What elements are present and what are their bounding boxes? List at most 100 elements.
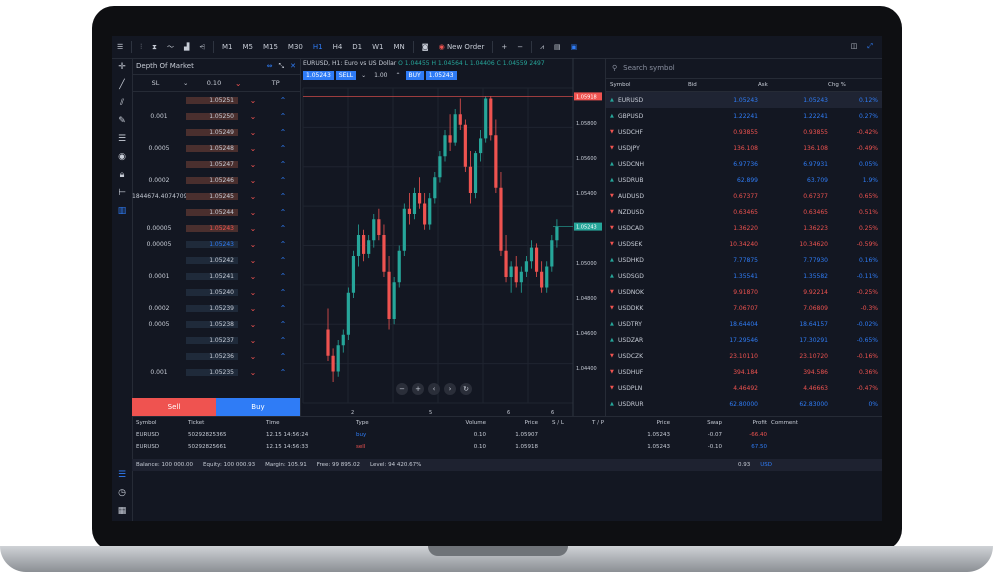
dom-row[interactable]: 0.00005 1.05243 ⌄ ⌃ bbox=[132, 220, 300, 236]
sell-arrow-icon[interactable]: ⌄ bbox=[238, 144, 268, 153]
watchlist-row[interactable]: ▲ GBPUSD 1.22241 1.22241 0.27% bbox=[606, 108, 882, 124]
zoom-in-icon[interactable]: + bbox=[499, 41, 509, 53]
dom-price[interactable]: 1.05248 bbox=[186, 144, 238, 152]
watchlist-row[interactable]: ▲ EURUSD 1.05243 1.05243 0.12% bbox=[606, 92, 882, 108]
buy-arrow-icon[interactable]: ⌃ bbox=[268, 176, 298, 185]
watchlist-row[interactable]: ▼ USDCHF 0.93855 0.93855 -0.42% bbox=[606, 124, 882, 140]
watchlist-row[interactable]: ▲ USDTRY 18.64404 18.64157 -0.02% bbox=[606, 316, 882, 332]
buy-arrow-icon[interactable]: ⌃ bbox=[268, 272, 298, 281]
dom-row[interactable]: 0.00005 1.05243 ⌄ ⌃ bbox=[132, 236, 300, 252]
search-input[interactable]: Search symbol bbox=[623, 64, 675, 72]
buy-arrow-icon[interactable]: ⌃ bbox=[268, 256, 298, 265]
dom-row[interactable]: 1.05249 ⌄ ⌃ bbox=[132, 124, 300, 140]
volume-down-icon[interactable]: ⌄ bbox=[358, 71, 369, 80]
watchlist-row[interactable]: ▼ USDJPY 136.108 136.108 -0.49% bbox=[606, 140, 882, 156]
depth-of-market-icon[interactable]: ▥ bbox=[112, 202, 132, 220]
volume-selector[interactable]: ⌄ 0.10 bbox=[179, 79, 225, 87]
buy-arrow-icon[interactable]: ⌃ bbox=[268, 304, 298, 313]
timeframe-m5[interactable]: M5 bbox=[240, 41, 255, 53]
scroll-left-button[interactable]: ‹ bbox=[428, 383, 440, 395]
buy-label-button[interactable]: BUY bbox=[405, 71, 424, 80]
dom-row[interactable]: 1.05236 ⌄ ⌃ bbox=[132, 348, 300, 364]
sell-arrow-icon[interactable]: ⌄ bbox=[238, 288, 268, 297]
template-icon[interactable]: ▤ bbox=[552, 41, 563, 53]
position-row[interactable]: EURUSD 50292825365 12.15 14:56:24 buy 0.10 1.… bbox=[132, 429, 882, 441]
fullscreen-icon[interactable]: ⤢ bbox=[865, 40, 875, 53]
buy-arrow-icon[interactable]: ⌃ bbox=[268, 240, 298, 249]
sell-label-button[interactable]: SELL bbox=[335, 71, 357, 80]
dom-price[interactable]: 1.05250 bbox=[186, 112, 238, 120]
sell-arrow-icon[interactable]: ⌄ bbox=[238, 208, 268, 217]
chart-canvas[interactable]: 1.058001.056001.054001.052001.050001.048… bbox=[301, 58, 604, 416]
watchlist-row[interactable]: ▲ USDRUR 62.80000 62.83000 0% bbox=[606, 396, 882, 412]
sell-arrow-icon[interactable]: ⌄ bbox=[238, 128, 268, 137]
sell-arrow-icon[interactable]: ⌄ bbox=[238, 368, 268, 377]
dom-price[interactable]: 1.05238 bbox=[186, 320, 238, 328]
dom-row[interactable]: 0.001 1.05250 ⌄ ⌃ bbox=[132, 108, 300, 124]
watchlist-row[interactable]: ▼ USDCZK 23.10110 23.10720 -0.16% bbox=[606, 348, 882, 364]
sell-arrow-icon[interactable]: ⌄ bbox=[238, 336, 268, 345]
channel-icon[interactable]: ⫽ bbox=[112, 94, 132, 112]
brush-icon[interactable]: ✎ bbox=[112, 112, 132, 130]
buy-arrow-icon[interactable]: ⌃ bbox=[268, 336, 298, 345]
dom-price[interactable]: 1.05239 bbox=[186, 304, 238, 312]
watchlist-row[interactable]: ▲ USDCNH 6.97736 6.97931 0.05% bbox=[606, 156, 882, 172]
crosshair-icon[interactable]: ✛ bbox=[112, 58, 132, 76]
dom-row[interactable]: 1844674.40747096 1.05245 ⌄ ⌃ bbox=[132, 188, 300, 204]
watchlist-row[interactable]: ▼ AUDUSD 0.67377 0.67377 0.65% bbox=[606, 188, 882, 204]
watchlist-row[interactable]: ▼ USDNOK 9.91870 9.92214 -0.25% bbox=[606, 284, 882, 300]
volume-up-icon[interactable]: ⌃ bbox=[393, 71, 404, 80]
buy-arrow-icon[interactable]: ⌃ bbox=[268, 192, 298, 201]
trendline-icon[interactable]: ╱ bbox=[112, 76, 132, 94]
scroll-right-button[interactable]: › bbox=[444, 383, 456, 395]
watchlist-row[interactable]: ▼ USDCAD 1.36220 1.36223 0.25% bbox=[606, 220, 882, 236]
dom-row[interactable]: 1.05247 ⌄ ⌃ bbox=[132, 156, 300, 172]
sell-arrow-icon[interactable]: ⌄ bbox=[238, 304, 268, 313]
watchlist-row[interactable]: ▼ USDHUF 394.184 394.586 0.36% bbox=[606, 364, 882, 380]
menu-icon[interactable]: ☰ bbox=[115, 41, 125, 53]
close-icon[interactable]: ✕ bbox=[290, 62, 296, 71]
symbol-search[interactable]: ⚲ Search symbol bbox=[606, 58, 882, 79]
positions-icon[interactable]: ☰ bbox=[112, 466, 132, 484]
watchlist-row[interactable]: ▼ USDSEK 10.34240 10.34620 -0.59% bbox=[606, 236, 882, 252]
dom-price[interactable]: 1.05246 bbox=[186, 176, 238, 184]
dom-price[interactable]: 1.05247 bbox=[186, 160, 238, 168]
dom-row[interactable]: 0.0002 1.05239 ⌄ ⌃ bbox=[132, 300, 300, 316]
sell-arrow-icon[interactable]: ⌄ bbox=[238, 272, 268, 281]
watchlist-row[interactable]: ▲ USDRUB 62.899 63.709 1.9% bbox=[606, 172, 882, 188]
price-chart[interactable]: 1.058001.056001.054001.052001.050001.048… bbox=[301, 58, 604, 416]
buy-arrow-icon[interactable]: ⌃ bbox=[268, 144, 298, 153]
watchlist-row[interactable]: ▼ NZDUSD 0.63465 0.63465 0.51% bbox=[606, 204, 882, 220]
reset-chart-button[interactable]: ↻ bbox=[460, 383, 472, 395]
zoom-out-button[interactable]: − bbox=[396, 383, 408, 395]
timeframe-h1[interactable]: H1 bbox=[311, 41, 325, 53]
sell-arrow-icon[interactable]: ⌄ bbox=[238, 112, 268, 121]
dom-row[interactable]: 1.05237 ⌄ ⌃ bbox=[132, 332, 300, 348]
buy-arrow-icon[interactable]: ⌃ bbox=[268, 288, 298, 297]
sell-button[interactable]: Sell bbox=[132, 398, 216, 416]
dom-price[interactable]: 1.05249 bbox=[186, 128, 238, 136]
dom-price[interactable]: 1.05235 bbox=[186, 368, 238, 376]
collapse-icon[interactable]: ⇔ bbox=[267, 62, 273, 71]
buy-arrow-icon[interactable]: ⌃ bbox=[268, 112, 298, 121]
dom-row[interactable]: 0.001 1.05235 ⌄ ⌃ bbox=[132, 364, 300, 380]
sell-arrow-icon[interactable]: ⌄ bbox=[238, 96, 268, 105]
sell-arrow-icon[interactable]: ⌄ bbox=[238, 352, 268, 361]
buy-arrow-icon[interactable]: ⌃ bbox=[268, 160, 298, 169]
expand-icon[interactable]: ⤡ bbox=[279, 62, 285, 71]
indicators-icon[interactable]: ⩤ bbox=[197, 41, 207, 54]
calendar-icon[interactable]: ▦ bbox=[112, 502, 132, 520]
new-order-button[interactable]: ◉ New Order bbox=[437, 41, 487, 53]
dom-row[interactable]: 1.05244 ⌄ ⌃ bbox=[132, 204, 300, 220]
timeframe-d1[interactable]: D1 bbox=[350, 41, 364, 53]
timeframe-m1[interactable]: M1 bbox=[220, 41, 235, 53]
buy-price-button[interactable]: 1.05243 bbox=[425, 71, 457, 80]
dom-price[interactable]: 1.05243 bbox=[186, 240, 238, 248]
candles-icon[interactable]: ⧗ bbox=[150, 41, 159, 54]
watchlist-row[interactable]: ▲ USDSGD 1.35541 1.35582 -0.11% bbox=[606, 268, 882, 284]
visibility-icon[interactable]: ◉ bbox=[112, 148, 132, 166]
dom-price[interactable]: 1.05245 bbox=[186, 192, 238, 200]
sell-arrow-icon[interactable]: ⌄ bbox=[238, 320, 268, 329]
zoom-out-icon[interactable]: − bbox=[515, 41, 525, 53]
sell-arrow-icon[interactable]: ⌄ bbox=[238, 176, 268, 185]
